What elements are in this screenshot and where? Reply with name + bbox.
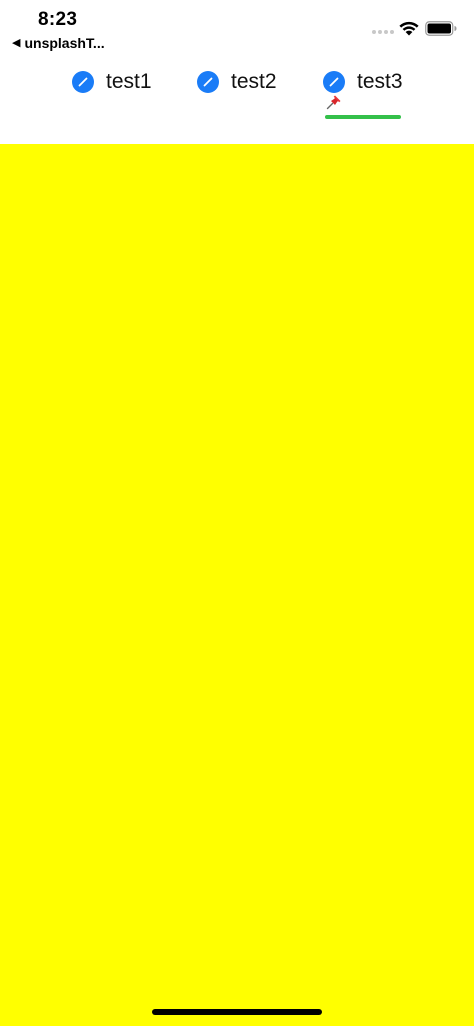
back-to-app-button[interactable]: ◀ unsplashT...	[12, 35, 105, 51]
tab-label: test1	[106, 70, 152, 93]
wifi-icon	[399, 21, 419, 36]
pencil-icon	[323, 71, 345, 93]
tab-test1[interactable]: test1	[72, 69, 152, 95]
tab-label: test2	[231, 70, 277, 93]
selected-tab-indicator	[325, 115, 401, 119]
back-arrow-icon: ◀	[12, 36, 21, 49]
cellular-signal-icon	[372, 30, 394, 34]
tab-bar: test1 test2 test3	[0, 56, 474, 144]
home-indicator[interactable]	[152, 1009, 322, 1015]
pencil-icon	[72, 71, 94, 93]
screen: 8:23 ◀ unsplashT... test1 test2 test3	[0, 0, 474, 1026]
tab-label: test3	[357, 70, 403, 93]
pushpin-icon	[326, 95, 341, 110]
back-app-label: unsplashT...	[24, 35, 105, 51]
status-bar: 8:23 ◀ unsplashT...	[0, 0, 474, 56]
tab-test2[interactable]: test2	[197, 69, 277, 95]
content-area	[0, 144, 474, 1026]
battery-icon	[425, 21, 457, 36]
pencil-icon	[197, 71, 219, 93]
status-time: 8:23	[38, 9, 78, 30]
tab-test3[interactable]: test3	[323, 69, 403, 95]
